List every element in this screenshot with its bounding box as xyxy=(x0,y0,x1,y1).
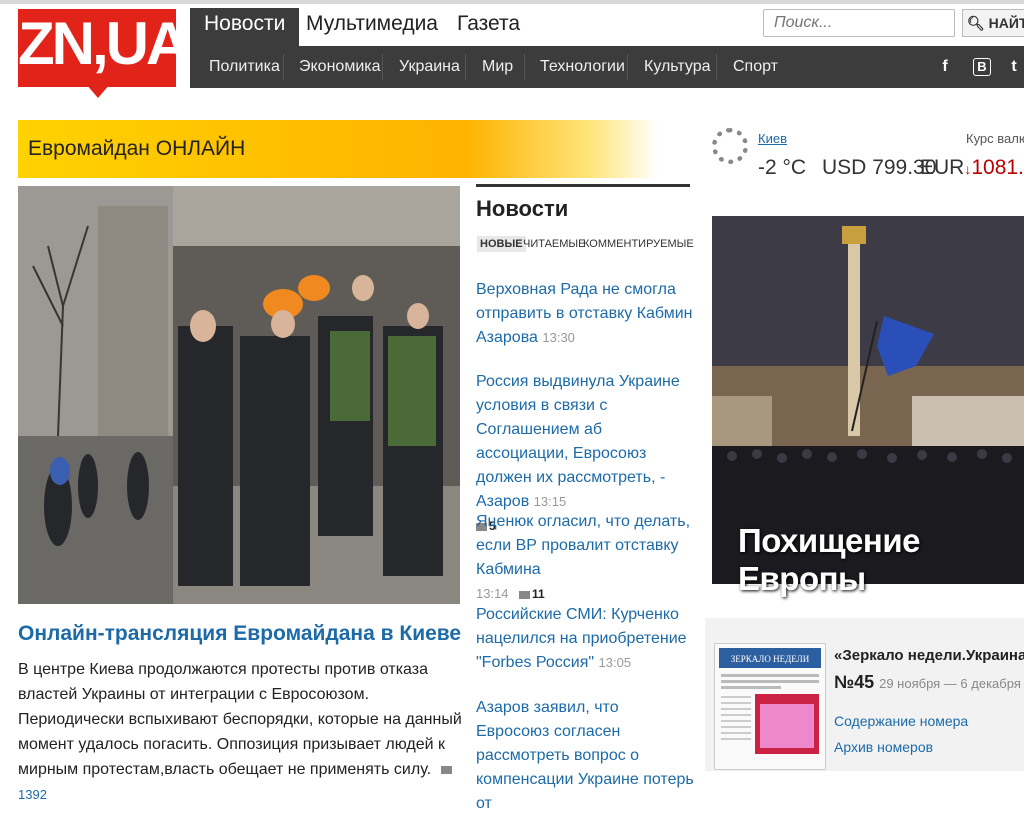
top-strip xyxy=(0,0,1024,4)
nav-divider xyxy=(382,54,383,80)
comment-count-value: 1392 xyxy=(18,787,47,802)
promo-caption[interactable]: Похищение Европы xyxy=(738,522,1024,598)
eur-value: 1081.93 xyxy=(971,156,1024,179)
issue-dates: 29 ноября — 6 декабря xyxy=(879,676,1021,691)
nav-divider xyxy=(283,54,284,80)
usd-label: USD xyxy=(822,156,867,179)
newspaper-issue: №45 29 ноября — 6 декабря xyxy=(834,672,1021,693)
news-item[interactable]: Азаров заявил, что Евросоюз согласен рас… xyxy=(476,696,694,816)
section-politics[interactable]: Политика xyxy=(209,46,280,88)
main-story-headline[interactable]: Онлайн-трансляция Евромайдана в Киеве xyxy=(18,622,461,646)
news-item[interactable]: Верховная Рада не смогла отправить в отс… xyxy=(476,278,694,350)
news-item-text[interactable]: Верховная Рада не смогла отправить в отс… xyxy=(476,281,693,346)
news-item-time: 13:30 xyxy=(542,330,575,345)
weather-city-link[interactable]: Киев xyxy=(758,131,787,146)
news-item[interactable]: Яценюк огласил, что делать, если ВР пров… xyxy=(476,510,694,606)
section-culture[interactable]: Культура xyxy=(644,46,711,88)
news-item[interactable]: Российские СМИ: Курченко нацелился на пр… xyxy=(476,603,694,675)
section-sport[interactable]: Спорт xyxy=(733,46,778,88)
comment-icon xyxy=(441,765,453,774)
main-nav-tab-news[interactable]: Новости xyxy=(190,8,300,46)
news-item-time: 13:05 xyxy=(598,655,632,670)
news-item-text[interactable]: Российские СМИ: Курченко нацелился на пр… xyxy=(476,606,687,671)
news-item-text[interactable]: Россия выдвинула Украине условия в связи… xyxy=(476,373,680,510)
twitter-icon[interactable]: t xyxy=(1005,58,1023,76)
nav-divider xyxy=(465,54,466,80)
section-economy[interactable]: Экономика xyxy=(299,46,381,88)
vkontakte-icon[interactable]: B xyxy=(973,58,991,76)
banner-label[interactable]: Евромайдан ОНЛАЙН xyxy=(28,137,245,161)
search-input[interactable] xyxy=(763,9,955,37)
news-section-title: Новости xyxy=(476,196,569,221)
main-story-lead: В центре Киева продолжаются протесты про… xyxy=(18,657,463,807)
section-tech[interactable]: Технологии xyxy=(540,46,625,88)
news-column-rule xyxy=(476,184,690,187)
news-tab-commented[interactable]: КОММЕНТИРУЕМЫЕ xyxy=(580,236,697,252)
section-world[interactable]: Мир xyxy=(482,46,513,88)
weather-temperature: -2 °C xyxy=(758,156,807,179)
nav-divider xyxy=(716,54,717,80)
lead-text: В центре Киева продолжаются протесты про… xyxy=(18,661,462,778)
news-tab-new[interactable]: НОВЫЕ xyxy=(477,236,526,252)
weather-icon xyxy=(712,128,748,164)
news-item-time: 13:15 xyxy=(533,494,567,509)
nav-divider xyxy=(627,54,628,80)
nav-divider xyxy=(524,54,525,80)
section-nav: Политика Экономика Украина Мир Технологи… xyxy=(190,46,1024,88)
news-item-text[interactable]: Азаров заявил, что Евросоюз согласен рас… xyxy=(476,699,694,812)
issue-number: №45 xyxy=(834,672,875,692)
newspaper-cover-thumb[interactable]: ЗЕРКАЛО НЕДЕЛИ xyxy=(714,643,826,770)
search-icon: 🔍︎ xyxy=(967,15,985,31)
newspaper-masthead: ЗЕРКАЛО НЕДЕЛИ xyxy=(731,654,810,664)
search-button[interactable]: 🔍︎ НАЙТИ xyxy=(962,9,1024,37)
protest-scene xyxy=(18,186,460,604)
issue-contents-link[interactable]: Содержание номера xyxy=(834,713,968,729)
comment-icon xyxy=(519,590,530,599)
news-item-text[interactable]: Яценюк огласил, что делать, если ВР пров… xyxy=(476,513,690,578)
facebook-icon[interactable]: f xyxy=(936,58,954,76)
news-item-time: 13:14 xyxy=(476,586,509,601)
currency-label: Курс валю xyxy=(966,131,1024,146)
main-nav-tab-newspaper[interactable]: Газета xyxy=(443,8,534,46)
news-item-comment-count: 11 xyxy=(532,587,545,601)
newspaper-title[interactable]: «Зеркало недели.Украина» xyxy=(834,647,1024,664)
logo-tail xyxy=(86,84,110,98)
section-ukraine[interactable]: Украина xyxy=(399,46,460,88)
issue-archive-link[interactable]: Архив номеров xyxy=(834,739,933,755)
search-button-label: НАЙТИ xyxy=(988,15,1024,31)
main-nav-tab-multimedia[interactable]: Мультимедиа xyxy=(292,8,452,46)
newspaper-cover: ЗЕРКАЛО НЕДЕЛИ xyxy=(715,644,825,769)
news-tab-read[interactable]: ЧИТАЕМЫЕ xyxy=(520,236,589,252)
eur-rate: EUR↓1081.93 xyxy=(920,156,1024,180)
main-story-photo[interactable] xyxy=(18,186,460,604)
eur-label: EUR xyxy=(920,156,965,179)
site-logo[interactable]: ZN,UA xyxy=(18,9,189,87)
